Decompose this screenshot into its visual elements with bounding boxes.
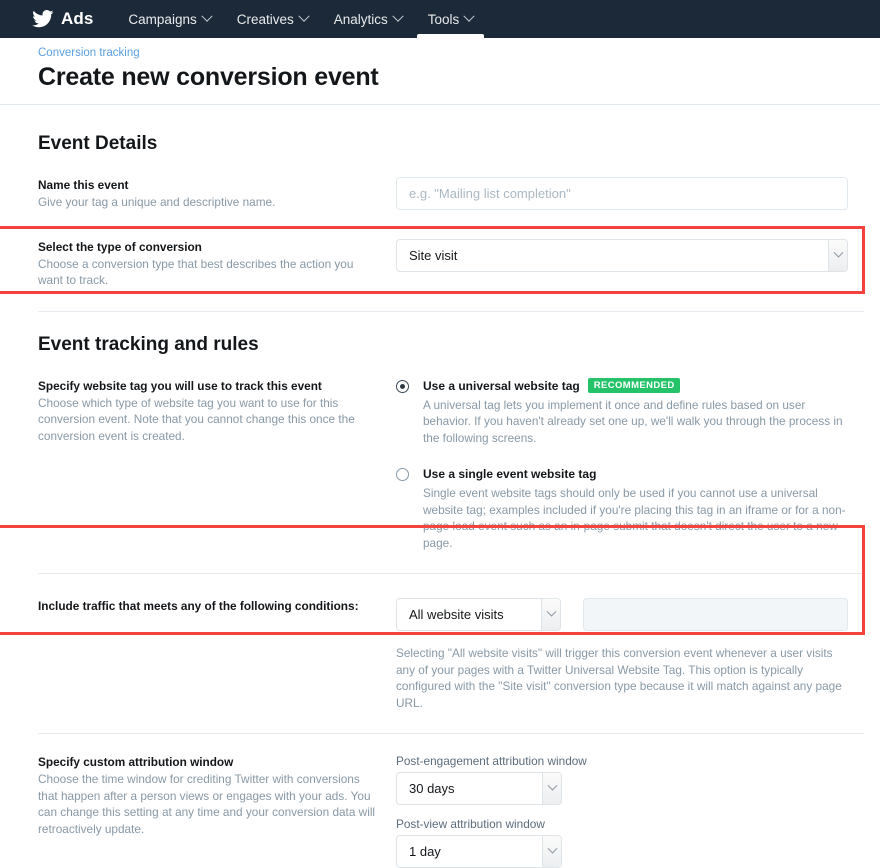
chevron-down-icon xyxy=(828,240,847,271)
section-divider xyxy=(38,573,864,574)
field-control-group: All website visits Selecting "All websit… xyxy=(396,598,880,711)
include-traffic-value-input[interactable] xyxy=(583,598,848,631)
nav-item-campaigns[interactable]: Campaigns xyxy=(115,0,223,38)
website-tag-help: Choose which type of website tag you wan… xyxy=(38,395,378,445)
include-traffic-help: Selecting "All website visits" will trig… xyxy=(396,645,848,711)
chevron-down-icon xyxy=(542,836,561,867)
attribution-label: Specify custom attribution window xyxy=(38,754,378,770)
field-control-group: Post-engagement attribution window 30 da… xyxy=(396,754,880,868)
page-title: Create new conversion event xyxy=(38,63,880,92)
chevron-down-icon xyxy=(464,11,475,22)
nav-item-tools[interactable]: Tools xyxy=(415,0,487,38)
post-engagement-selected-value: 30 days xyxy=(397,773,561,804)
name-event-label: Name this event xyxy=(38,177,378,193)
field-label-group: Include traffic that meets any of the fo… xyxy=(38,598,396,614)
nav-item-analytics[interactable]: Analytics xyxy=(321,0,415,38)
field-row-attribution: Specify custom attribution window Choose… xyxy=(0,754,880,868)
radio-option-single-event-tag[interactable]: Use a single event website tag Single ev… xyxy=(396,466,848,551)
twitter-bird-icon xyxy=(32,10,54,28)
conversion-type-select[interactable]: Site visit xyxy=(396,239,848,272)
radio-description-single-event-tag: Single event website tags should only be… xyxy=(423,485,848,551)
website-tag-label: Specify website tag you will use to trac… xyxy=(38,378,378,394)
field-label-group: Specify website tag you will use to trac… xyxy=(38,378,396,445)
field-row-website-tag: Specify website tag you will use to trac… xyxy=(0,378,880,552)
chevron-down-icon xyxy=(541,599,560,630)
name-event-help: Give your tag a unique and descriptive n… xyxy=(38,194,378,211)
field-row-include-traffic: Include traffic that meets any of the fo… xyxy=(0,598,880,711)
chevron-down-icon xyxy=(201,11,212,22)
status-badge-recommended: RECOMMENDED xyxy=(588,378,680,393)
post-view-selected-value: 1 day xyxy=(397,836,561,867)
radio-label-single-event-tag: Use a single event website tag xyxy=(423,466,596,482)
attribution-help: Choose the time window for crediting Twi… xyxy=(38,771,378,837)
conversion-type-selected-value: Site visit xyxy=(397,240,847,271)
section-title-event-tracking: Event tracking and rules xyxy=(0,334,880,356)
include-traffic-condition-select[interactable]: All website visits xyxy=(396,598,561,631)
radio-label-universal-tag: Use a universal website tag xyxy=(423,378,580,394)
field-row-conversion-type: Select the type of conversion Choose a c… xyxy=(0,239,880,305)
page-header: Conversion tracking Create new conversio… xyxy=(0,38,880,105)
name-event-input[interactable] xyxy=(396,177,848,210)
field-label-group: Select the type of conversion Choose a c… xyxy=(38,239,396,289)
radio-button-single-event-tag[interactable] xyxy=(396,468,409,481)
include-traffic-label: Include traffic that meets any of the fo… xyxy=(38,598,378,614)
radio-description-universal-tag: A universal tag lets you implement it on… xyxy=(423,397,848,447)
nav-item-label: Creatives xyxy=(237,12,294,27)
chevron-down-icon xyxy=(298,11,309,22)
brand-label: Ads xyxy=(61,9,93,29)
chevron-down-icon xyxy=(542,773,561,804)
section-title-event-details: Event Details xyxy=(0,133,880,155)
include-traffic-selected-value: All website visits xyxy=(397,599,560,630)
page-content: Event Details Name this event Give your … xyxy=(0,133,880,868)
field-label-group: Specify custom attribution window Choose… xyxy=(38,754,396,837)
post-engagement-label: Post-engagement attribution window xyxy=(396,754,848,768)
section-divider xyxy=(38,311,864,312)
top-navbar: Ads Campaigns Creatives Analytics Tools xyxy=(0,0,880,38)
nav-item-label: Campaigns xyxy=(128,12,196,27)
field-label-group: Name this event Give your tag a unique a… xyxy=(38,177,396,211)
nav-item-label: Tools xyxy=(428,12,460,27)
post-engagement-select[interactable]: 30 days xyxy=(396,772,562,805)
conversion-type-label: Select the type of conversion xyxy=(38,239,378,255)
radio-option-universal-tag[interactable]: Use a universal website tag RECOMMENDED … xyxy=(396,378,848,447)
brand[interactable]: Ads xyxy=(32,0,115,38)
field-control-group xyxy=(396,177,880,210)
post-view-select[interactable]: 1 day xyxy=(396,835,562,868)
breadcrumb[interactable]: Conversion tracking xyxy=(38,47,880,59)
radio-button-universal-tag[interactable] xyxy=(396,380,409,393)
nav-item-creatives[interactable]: Creatives xyxy=(224,0,321,38)
field-control-group: Site visit xyxy=(396,239,880,272)
field-row-name-event: Name this event Give your tag a unique a… xyxy=(0,177,880,211)
chevron-down-icon xyxy=(392,11,403,22)
field-control-group: Use a universal website tag RECOMMENDED … xyxy=(396,378,880,552)
nav-item-label: Analytics xyxy=(334,12,388,27)
post-view-label: Post-view attribution window xyxy=(396,817,848,831)
section-divider xyxy=(38,733,864,734)
conversion-type-help: Choose a conversion type that best descr… xyxy=(38,256,378,289)
